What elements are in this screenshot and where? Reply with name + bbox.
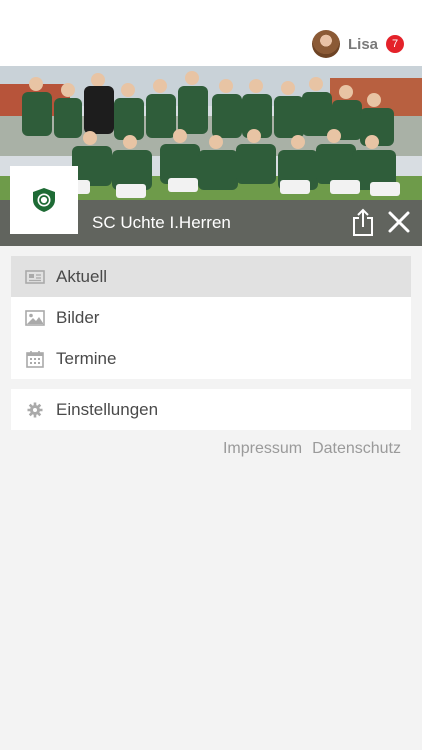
menu-item-bilder[interactable]: Bilder [11,297,411,338]
gear-icon [27,402,43,417]
notification-badge[interactable]: 7 [386,35,404,53]
settings-menu: Einstellungen [11,389,411,430]
menu-item-termine[interactable]: Termine [11,338,411,379]
main-menu: Aktuell Bilder Termine [11,256,411,379]
newspaper-icon [25,269,45,284]
menu-item-einstellungen[interactable]: Einstellungen [11,389,411,430]
team-header: SC Uchte I.Herren [0,66,422,246]
user-name[interactable]: Lisa [348,36,378,53]
close-icon[interactable] [387,210,411,234]
menu-item-aktuell[interactable]: Aktuell [11,256,411,297]
user-avatar[interactable] [311,30,340,58]
top-bar: Lisa 7 [0,0,422,66]
user-profile[interactable]: Lisa 7 [311,30,404,58]
footer-links: Impressum Datenschutz [223,440,401,458]
menu-item-label: Einstellungen [56,399,159,419]
menu-item-label: Bilder [56,307,100,327]
menu-item-label: Aktuell [56,266,108,286]
club-logo [10,166,78,234]
impressum-link[interactable]: Impressum [223,440,302,457]
share-icon[interactable] [350,207,376,237]
menu-item-label: Termine [56,348,117,368]
team-name: SC Uchte I.Herren [92,213,231,232]
image-icon [25,309,45,326]
club-crest-logo [33,188,55,212]
calendar-icon [26,350,44,368]
datenschutz-link[interactable]: Datenschutz [312,440,401,457]
